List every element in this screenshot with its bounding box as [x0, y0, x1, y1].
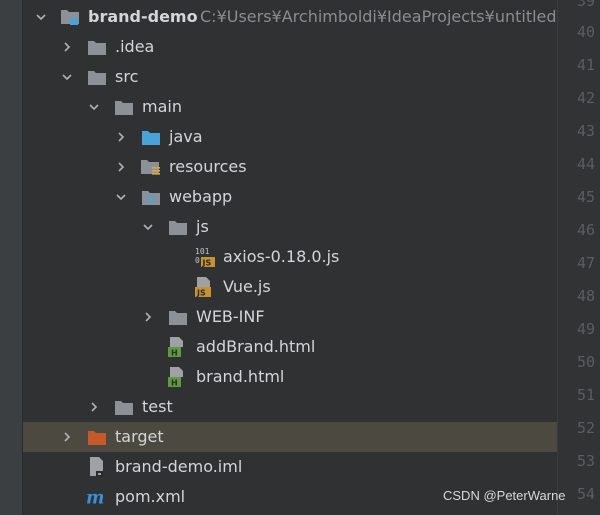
tree-row-vue[interactable]: JS Vue.js — [23, 272, 557, 302]
chevron-down-icon[interactable] — [140, 219, 156, 235]
tree-label-webapp: webapp — [169, 187, 233, 206]
chevron-down-icon[interactable] — [113, 189, 129, 205]
line-number: 48 — [576, 287, 595, 305]
tree-label-axios: axios-0.18.0.js — [223, 247, 340, 266]
project-root-path: C:¥Users¥Archimboldi¥IdeaProjects¥untitl… — [200, 7, 557, 26]
line-number-gutter: 39 40 41 42 43 44 45 46 47 48 49 50 51 5… — [557, 0, 600, 515]
tree-row-main[interactable]: main — [23, 92, 557, 122]
tree-row-iml[interactable]: brand-demo.iml — [23, 452, 557, 482]
tree-row-idea[interactable]: .idea — [23, 32, 557, 62]
chevron-down-icon[interactable] — [59, 69, 75, 85]
tree-row-target[interactable]: target — [23, 422, 557, 452]
tree-row-resources[interactable]: resources — [23, 152, 557, 182]
tree-row-webapp[interactable]: webapp — [23, 182, 557, 212]
line-number: 50 — [576, 353, 595, 371]
chevron-right-icon[interactable] — [59, 39, 75, 55]
tree-row-addbrand[interactable]: H addBrand.html — [23, 332, 557, 362]
tree-label-vue: Vue.js — [223, 277, 271, 296]
folder-icon — [113, 396, 135, 418]
tree-label-resources: resources — [169, 157, 247, 176]
iml-file-icon — [86, 456, 108, 478]
chevron-right-icon[interactable] — [86, 399, 102, 415]
line-number: 41 — [576, 56, 595, 74]
chevron-down-icon[interactable] — [86, 99, 102, 115]
svg-text:m: m — [86, 488, 104, 507]
tree-row-brand[interactable]: H brand.html — [23, 362, 557, 392]
line-number: 39 — [576, 0, 595, 10]
chevron-right-icon[interactable] — [113, 159, 129, 175]
line-number: 47 — [576, 254, 595, 272]
folder-icon — [113, 96, 135, 118]
svg-text:H: H — [171, 349, 178, 358]
web-folder-icon — [140, 186, 162, 208]
line-number: 49 — [576, 320, 595, 338]
line-number: 40 — [576, 23, 595, 41]
line-number: 45 — [576, 188, 595, 206]
line-number: 51 — [576, 386, 595, 404]
folder-icon — [167, 216, 189, 238]
tree-row-brand-demo[interactable]: brand-demo C:¥Users¥Archimboldi¥IdeaProj… — [23, 2, 557, 32]
tree-label-idea: .idea — [115, 37, 155, 56]
html-file-icon: H — [167, 336, 189, 358]
tree-label-main: main — [142, 97, 182, 116]
js-file-icon: JS — [194, 276, 216, 298]
project-root-label: brand-demo — [88, 7, 198, 26]
binary-js-file-icon: 101 0 JS — [194, 246, 216, 268]
project-tree[interactable]: brand-demo C:¥Users¥Archimboldi¥IdeaProj… — [23, 0, 557, 515]
tree-row-axios[interactable]: 101 0 JS axios-0.18.0.js — [23, 242, 557, 272]
svg-text:0: 0 — [195, 256, 200, 265]
watermark: CSDN @PeterWarne — [443, 488, 566, 503]
chevron-right-icon[interactable] — [140, 309, 156, 325]
excluded-folder-icon — [86, 426, 108, 448]
tree-row-src[interactable]: src — [23, 62, 557, 92]
tree-row-js[interactable]: js — [23, 212, 557, 242]
chevron-right-icon[interactable] — [59, 429, 75, 445]
tree-label-target: target — [115, 427, 164, 446]
tree-label-test: test — [142, 397, 173, 416]
line-number: 54 — [576, 485, 595, 503]
svg-text:H: H — [171, 379, 178, 388]
tree-label-java: java — [169, 127, 203, 146]
tree-label-addbrand: addBrand.html — [196, 337, 316, 356]
tree-label-webinf: WEB-INF — [196, 307, 265, 326]
line-number: 53 — [576, 452, 595, 470]
line-number: 42 — [576, 89, 595, 107]
line-number: 44 — [576, 155, 595, 173]
tree-label-js: js — [196, 217, 209, 236]
folder-icon — [86, 66, 108, 88]
svg-text:JS: JS — [202, 259, 212, 268]
tree-label-pom: pom.xml — [115, 487, 186, 506]
folder-icon — [167, 306, 189, 328]
tree-label-iml: brand-demo.iml — [115, 457, 243, 476]
line-number: 46 — [576, 221, 595, 239]
module-folder-icon — [59, 6, 81, 28]
left-tool-strip — [0, 0, 23, 515]
resources-folder-icon — [140, 156, 162, 178]
tree-row-webinf[interactable]: WEB-INF — [23, 302, 557, 332]
line-number: 52 — [576, 419, 595, 437]
html-file-icon: H — [167, 366, 189, 388]
tree-row-test[interactable]: test — [23, 392, 557, 422]
chevron-down-icon[interactable] — [33, 9, 49, 25]
tree-label-brand: brand.html — [196, 367, 285, 386]
source-folder-icon — [140, 126, 162, 148]
chevron-right-icon[interactable] — [113, 129, 129, 145]
svg-text:101: 101 — [195, 247, 210, 256]
maven-icon: m — [86, 486, 108, 508]
tree-row-java[interactable]: java — [23, 122, 557, 152]
tree-label-src: src — [115, 67, 139, 86]
line-number: 43 — [576, 122, 595, 140]
folder-icon — [86, 36, 108, 58]
svg-text:JS: JS — [196, 289, 206, 298]
